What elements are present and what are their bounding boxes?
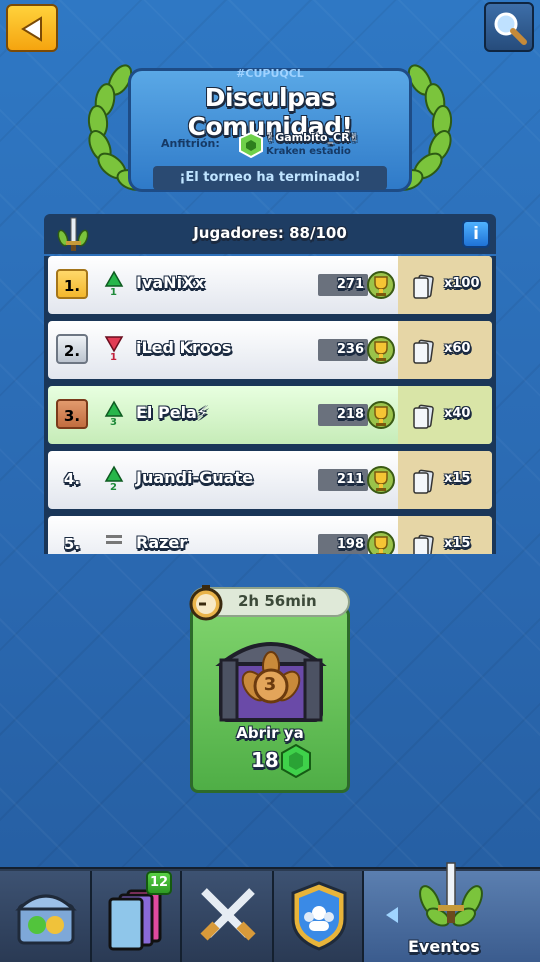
magnifier-icon — [494, 12, 527, 45]
tab-shop[interactable] — [0, 871, 92, 962]
card-reward-icon — [413, 469, 434, 494]
timer-text: 2h 56min — [238, 592, 317, 610]
clan-shield-icon — [291, 881, 347, 951]
crossed-swords-icon — [200, 888, 256, 941]
trend-number: 1 — [110, 352, 117, 363]
info-button[interactable]: i — [462, 220, 490, 248]
trophy-icon — [367, 531, 395, 554]
trend-number: 3 — [110, 417, 117, 428]
card-reward-icon — [413, 339, 434, 364]
reward-multiplier: x60 — [444, 341, 471, 356]
reward-multiplier: x100 — [444, 276, 480, 291]
gem-cost: 18 — [251, 748, 279, 772]
reward-multiplier: x15 — [444, 471, 471, 486]
player-score: 218 — [318, 404, 368, 426]
players-panel: Jugadores: 88/100 i 1. 1 IvaNiXx 271 x100 2. 1… — [44, 214, 496, 554]
player-name: Razer — [136, 533, 188, 552]
rank-badge: 1. — [56, 269, 88, 299]
tournament-tag: #CUPUQCL — [236, 67, 304, 80]
events-sword-icon — [419, 862, 483, 927]
player-row[interactable]: 1. 1 IvaNiXx 271 x100 — [48, 256, 492, 314]
trophy-icon — [367, 466, 395, 494]
trophy-icon — [367, 336, 395, 364]
tournament-chest[interactable]: 3 Abrir ya 18 2h 56min — [189, 585, 350, 793]
cards-badge: 12 — [146, 871, 172, 895]
back-button[interactable] — [6, 4, 58, 52]
host-row: Anfitrión: ✌Gambito_CR✌ Kraken estadio — [151, 129, 401, 161]
card-reward-icon — [413, 534, 434, 554]
rank-badge: 2. — [56, 334, 88, 364]
host-clan: Kraken estadio — [266, 146, 351, 157]
player-name: El Pela⚡ — [136, 403, 209, 422]
reward-multiplier: x40 — [444, 406, 471, 421]
trophy-icon — [367, 271, 395, 299]
trophy-icon — [367, 401, 395, 429]
rank-badge: 5. — [63, 535, 81, 553]
players-list: 1. 1 IvaNiXx 271 x100 2. 1 iLed Kroos 236 x60 3. 3 E… — [44, 256, 496, 554]
player-row[interactable]: 2. 1 iLed Kroos 236 x60 — [48, 321, 492, 379]
tab-left-arrow-icon — [386, 907, 398, 923]
search-button[interactable] — [484, 2, 534, 52]
player-score: 271 — [318, 274, 368, 296]
shop-chest-icon — [15, 894, 77, 945]
host-name: ✌Gambito_CR✌ — [266, 131, 359, 144]
top-bar — [0, 0, 540, 58]
events-label: Eventos — [408, 937, 480, 956]
players-count: Jugadores: 88/100 — [193, 224, 347, 242]
player-score: 211 — [318, 469, 368, 491]
gem-icon — [281, 744, 311, 778]
tournament-banner: #CUPUQCL Disculpas Comunidad! Anfitrión:… — [80, 58, 460, 203]
trend-number: 1 — [110, 287, 117, 298]
banner-plate: #CUPUQCL Disculpas Comunidad! Anfitrión:… — [128, 67, 412, 192]
bottom-nav: 12 Eventos — [0, 862, 540, 962]
card-reward-icon — [413, 274, 434, 299]
tab-battle[interactable] — [182, 871, 274, 962]
player-name: IvaNiXx — [136, 273, 205, 292]
rank-badge: 4. — [63, 470, 81, 488]
host-label: Anfitrión: — [161, 137, 220, 150]
chest-box[interactable]: 3 Abrir ya 18 — [190, 607, 350, 793]
player-score: 236 — [318, 339, 368, 361]
rank-badge: 3. — [56, 399, 88, 429]
stopwatch-icon — [189, 585, 223, 621]
chest-place: 3 — [263, 674, 277, 695]
tab-cards[interactable]: 12 — [92, 871, 182, 962]
back-arrow-icon — [21, 16, 42, 42]
player-name: Juandi-Guate — [136, 468, 253, 487]
player-row[interactable]: 5. Razer 198 x15 — [48, 516, 492, 554]
panel-header: Jugadores: 88/100 i — [44, 214, 496, 254]
chest-timer: 2h 56min — [189, 585, 350, 621]
player-row[interactable]: 4. 2 Juandi-Guate 211 x15 — [48, 451, 492, 509]
tournament-status: ¡El torneo ha terminado! — [153, 166, 387, 190]
card-reward-icon — [413, 404, 434, 429]
reward-multiplier: x15 — [444, 536, 471, 551]
tab-clan[interactable] — [274, 871, 364, 962]
player-row[interactable]: 3. 3 El Pela⚡ 218 x40 — [48, 386, 492, 444]
tab-events[interactable]: Eventos — [364, 862, 540, 962]
player-score: 198 — [318, 534, 368, 554]
trend-number: 2 — [110, 482, 117, 493]
trend-same-icon — [106, 535, 122, 544]
clan-badge-icon — [239, 132, 263, 158]
player-name: iLed Kroos — [136, 338, 232, 357]
open-now-label: Abrir ya — [236, 724, 304, 742]
